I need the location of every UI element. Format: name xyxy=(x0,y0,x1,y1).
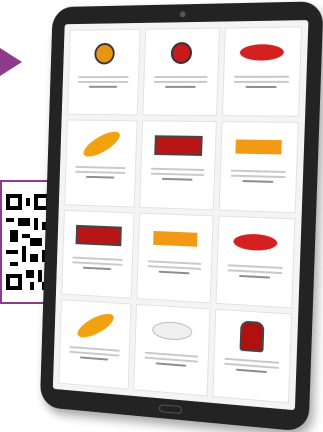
text-line-placeholder xyxy=(69,350,120,357)
marker-light-icon xyxy=(233,232,278,251)
marker-light-icon xyxy=(80,127,123,162)
text-line-placeholder xyxy=(78,76,130,79)
product-grid xyxy=(52,20,309,411)
marker-light-icon xyxy=(74,308,117,342)
marker-light-icon xyxy=(154,135,203,157)
product-image xyxy=(145,126,213,167)
text-line-placeholder xyxy=(72,260,123,266)
text-line-placeholder xyxy=(150,172,205,177)
product-image xyxy=(139,309,206,353)
text-line-placeholder xyxy=(223,362,280,369)
marker-light-icon xyxy=(151,320,193,342)
product-card[interactable] xyxy=(61,209,135,299)
text-line-placeholder xyxy=(233,75,290,78)
text-line-placeholder xyxy=(154,80,208,83)
product-card[interactable] xyxy=(58,298,132,390)
tablet-device xyxy=(39,1,323,432)
text-line-placeholder xyxy=(85,176,115,179)
camera-icon xyxy=(179,11,186,18)
text-line-placeholder xyxy=(147,264,201,270)
text-line-placeholder xyxy=(82,266,112,270)
product-card[interactable] xyxy=(218,121,299,213)
product-image xyxy=(142,217,210,260)
product-card[interactable] xyxy=(215,215,296,309)
product-image xyxy=(63,304,128,347)
marker-light-icon xyxy=(239,44,285,61)
text-line-placeholder xyxy=(148,259,202,265)
marker-light-icon xyxy=(75,224,122,246)
text-line-placeholder xyxy=(238,274,271,279)
text-line-placeholder xyxy=(227,268,283,274)
text-line-placeholder xyxy=(165,85,196,88)
product-card[interactable] xyxy=(136,212,214,304)
product-image xyxy=(69,125,134,165)
text-line-placeholder xyxy=(75,170,126,175)
product-image xyxy=(72,34,137,73)
product-card[interactable] xyxy=(133,303,211,397)
text-line-placeholder xyxy=(235,368,267,373)
product-card[interactable] xyxy=(139,120,217,210)
text-line-placeholder xyxy=(159,270,190,274)
arrow-right-icon xyxy=(0,48,22,76)
text-line-placeholder xyxy=(230,169,286,174)
marker-light-icon xyxy=(235,139,283,155)
home-button[interactable] xyxy=(158,404,182,415)
text-line-placeholder xyxy=(88,85,118,88)
marker-light-icon xyxy=(239,320,265,353)
product-card[interactable] xyxy=(221,26,303,118)
product-card[interactable] xyxy=(64,119,138,208)
marker-light-icon xyxy=(153,230,198,247)
text-line-placeholder xyxy=(233,80,290,83)
text-line-placeholder xyxy=(230,174,286,179)
product-image xyxy=(227,32,298,73)
text-line-placeholder xyxy=(162,178,193,181)
text-line-placeholder xyxy=(154,75,208,78)
text-line-placeholder xyxy=(79,356,109,361)
product-card[interactable] xyxy=(212,308,293,404)
product-image xyxy=(66,214,131,256)
text-line-placeholder xyxy=(78,80,129,83)
product-card[interactable] xyxy=(67,28,141,116)
text-line-placeholder xyxy=(72,256,124,261)
product-image xyxy=(224,126,295,168)
product-image xyxy=(221,220,292,264)
text-line-placeholder xyxy=(156,362,186,367)
marker-light-icon xyxy=(170,42,193,65)
product-card[interactable] xyxy=(142,27,220,117)
text-line-placeholder xyxy=(75,166,127,170)
text-line-placeholder xyxy=(245,85,277,89)
marker-light-icon xyxy=(93,42,115,65)
product-image xyxy=(217,314,287,359)
text-line-placeholder xyxy=(242,180,274,184)
product-image xyxy=(148,33,216,73)
text-line-placeholder xyxy=(144,356,198,363)
text-line-placeholder xyxy=(151,167,205,172)
text-line-placeholder xyxy=(227,263,283,269)
